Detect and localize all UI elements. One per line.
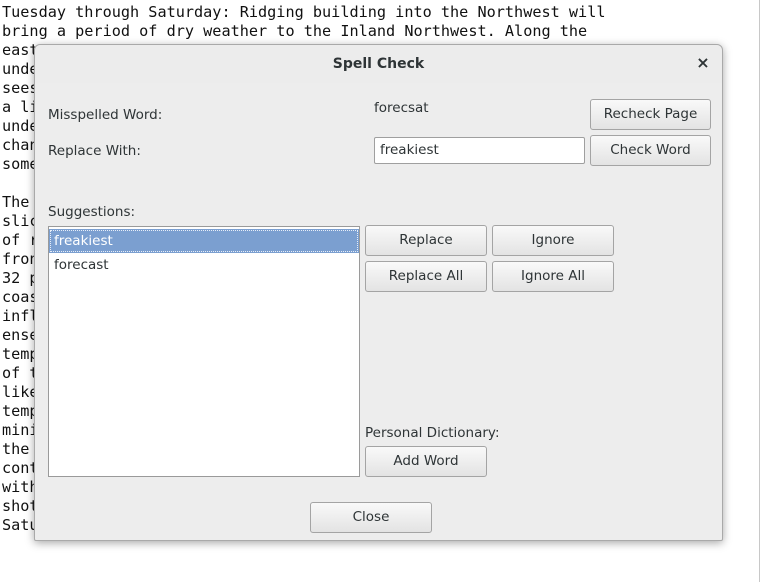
replace-button[interactable]: Replace (365, 225, 487, 256)
close-button[interactable]: Close (310, 502, 432, 533)
suggestions-label: Suggestions: (48, 204, 136, 220)
misspelled-word-label: Misspelled Word: (48, 107, 163, 123)
suggestions-list[interactable]: freakiest forecast (48, 226, 360, 477)
misspelled-word-value: forecsat (374, 100, 429, 116)
check-word-button[interactable]: Check Word (590, 135, 711, 166)
ignore-all-button[interactable]: Ignore All (492, 261, 614, 292)
replace-with-label: Replace With: (48, 143, 141, 159)
add-word-button[interactable]: Add Word (365, 446, 487, 477)
doc-line: Tuesday through Saturday: Ridging buildi… (2, 3, 606, 21)
doc-line: bring a period of dry weather to the Inl… (2, 22, 588, 40)
doc-line: The (2, 193, 30, 211)
suggestion-item-selected[interactable]: freakiest (49, 229, 359, 253)
suggestion-item[interactable]: forecast (49, 253, 359, 277)
replace-with-input[interactable]: freakiest (374, 137, 585, 164)
close-icon[interactable]: × (693, 53, 713, 73)
recheck-page-button[interactable]: Recheck Page (590, 99, 711, 130)
dialog-titlebar[interactable]: Spell Check × (35, 45, 722, 83)
personal-dictionary-label: Personal Dictionary: (365, 425, 500, 441)
ignore-button[interactable]: Ignore (492, 225, 614, 256)
replace-all-button[interactable]: Replace All (365, 261, 487, 292)
doc-line: the (2, 440, 30, 458)
spell-check-dialog: Spell Check × Misspelled Word: forecsat … (34, 44, 723, 541)
dialog-title: Spell Check (332, 56, 425, 72)
